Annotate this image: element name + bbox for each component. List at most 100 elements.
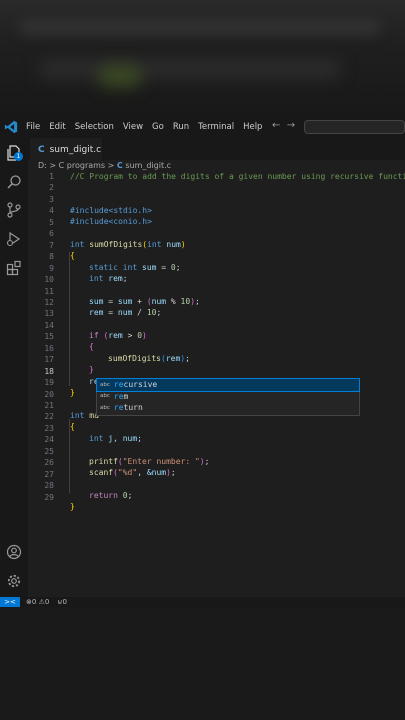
suggestion-item[interactable]: abc re cursive [96, 378, 360, 392]
extensions-icon[interactable] [6, 260, 22, 276]
code-line-16: sumOfDigits(rem); [108, 354, 190, 363]
code-line-1: //C Program to add the digits of a given… [70, 172, 405, 181]
code-line-29: } [70, 502, 75, 511]
c-file-icon: C [38, 144, 45, 155]
menu-go[interactable]: Go [152, 122, 164, 132]
function-name: printf [89, 457, 118, 466]
line-number: 12 [44, 297, 54, 307]
code-line-26: scanf("%d", &num); [89, 468, 176, 477]
line-number: 7 [49, 240, 54, 250]
breadcrumb: D: > C programs > C sum_digit.c [38, 161, 171, 170]
source-control-icon[interactable] [6, 202, 22, 218]
line-number: 27 [44, 469, 54, 479]
menu-help[interactable]: Help [243, 122, 262, 132]
autocomplete-suggestions: abc re cursive abc re m abc re turn [96, 378, 360, 416]
line-number: 15 [44, 332, 54, 342]
line-number: 26 [44, 458, 54, 468]
line-number: 22 [44, 412, 54, 422]
code-line-14: if (rem > 0) [89, 331, 147, 340]
command-center-search[interactable] [304, 120, 405, 134]
line-number: 9 [49, 263, 54, 273]
keyword: return [89, 491, 118, 500]
line-number: 24 [44, 435, 54, 445]
nav-arrows: ← → [272, 120, 295, 131]
menu: File Edit Selection View Go Run Terminal… [26, 122, 271, 132]
run-debug-icon[interactable] [6, 231, 22, 247]
line-number: 11 [44, 286, 54, 296]
string: "Enter number: " [122, 457, 200, 466]
line-number: 18 [44, 366, 54, 376]
menu-run[interactable]: Run [173, 122, 189, 132]
tab-sum-digit[interactable]: C sum_digit.c [30, 138, 102, 160]
line-number: 16 [44, 343, 54, 353]
line-number: 28 [44, 481, 54, 491]
breadcrumb-folder[interactable]: C programs [59, 161, 105, 170]
abc-word-icon: abc [100, 404, 110, 411]
menu-edit[interactable]: Edit [49, 122, 65, 132]
breadcrumb-drive[interactable]: D: [38, 161, 47, 170]
tab-filename: sum_digit.c [49, 144, 102, 155]
menu-view[interactable]: View [123, 122, 143, 132]
variable: num [151, 297, 167, 306]
problems-indicator[interactable]: ⊗0 ⚠0 [26, 598, 49, 606]
suggestion-item[interactable]: abc re m [97, 391, 359, 403]
code-line-19: } [70, 388, 75, 397]
back-arrow-icon[interactable]: ← [272, 120, 280, 131]
forward-arrow-icon[interactable]: → [287, 120, 295, 131]
remote-indicator[interactable]: >< [0, 597, 20, 607]
line-number: 23 [44, 423, 54, 433]
suggestion-item[interactable]: abc re turn [97, 402, 359, 414]
code-line-9: int rem; [89, 274, 128, 283]
line-number: 21 [44, 401, 54, 410]
string: "%d" [117, 468, 138, 477]
warning-count: 0 [44, 598, 50, 606]
line-number: 10 [44, 275, 54, 285]
code-line-8: static int sum = 0; [89, 263, 181, 272]
abc-word-icon: abc [100, 393, 110, 400]
ports-count: 0 [62, 598, 67, 606]
settings-gear-icon[interactable] [6, 573, 22, 589]
line-number: 2 [49, 183, 54, 193]
code-line-28: return 0; [89, 491, 133, 500]
blurred-background [0, 0, 405, 118]
line-number: 25 [44, 446, 54, 456]
function-name: sumOfDigits [89, 240, 143, 249]
line-number: 4 [49, 206, 54, 216]
menu-file[interactable]: File [26, 122, 40, 132]
account-icon[interactable] [6, 544, 22, 560]
code-line-17: } [89, 365, 94, 374]
suggestion-rest: m [123, 391, 129, 401]
variable: sum [89, 297, 104, 306]
number: 0 [170, 263, 176, 272]
suggestion-rest: turn [123, 403, 143, 413]
code-line-25: printf("Enter number: "); [89, 457, 210, 466]
menu-terminal[interactable]: Terminal [198, 122, 234, 132]
ports-indicator[interactable]: ⊌0 [57, 598, 67, 606]
suggestion-match: re [113, 391, 124, 401]
vscode-logo-icon [4, 120, 18, 134]
menu-selection[interactable]: Selection [75, 122, 114, 132]
breadcrumb-file[interactable]: sum_digit.c [125, 161, 171, 170]
code-line-11: sum = sum + (num % 10); [89, 297, 200, 306]
keyword: static int [89, 263, 138, 272]
number: 10 [180, 297, 191, 306]
variable: rem [165, 354, 181, 363]
line-number: 3 [49, 194, 54, 204]
function-name: sumOfDigits [108, 354, 161, 363]
error-count: 0 [31, 598, 37, 606]
status-bar: >< ⊗0 ⚠0 ⊌0 [0, 597, 405, 607]
suggestion-rest: cursive [123, 380, 158, 390]
variable: sum [142, 263, 157, 272]
code-line-6: int sumOfDigits(int num) [70, 240, 186, 249]
search-icon[interactable] [6, 174, 22, 190]
number: 0 [122, 491, 128, 500]
variable: sum [117, 297, 133, 306]
code-line-21: int ma [70, 411, 99, 420]
keyword: int [70, 411, 85, 420]
line-number: 8 [49, 252, 54, 262]
variable: rem [89, 308, 104, 317]
line-number: 17 [44, 355, 54, 365]
line-number: 13 [44, 309, 54, 319]
abc-word-icon: abc [100, 381, 110, 388]
keyword: if [89, 331, 99, 340]
